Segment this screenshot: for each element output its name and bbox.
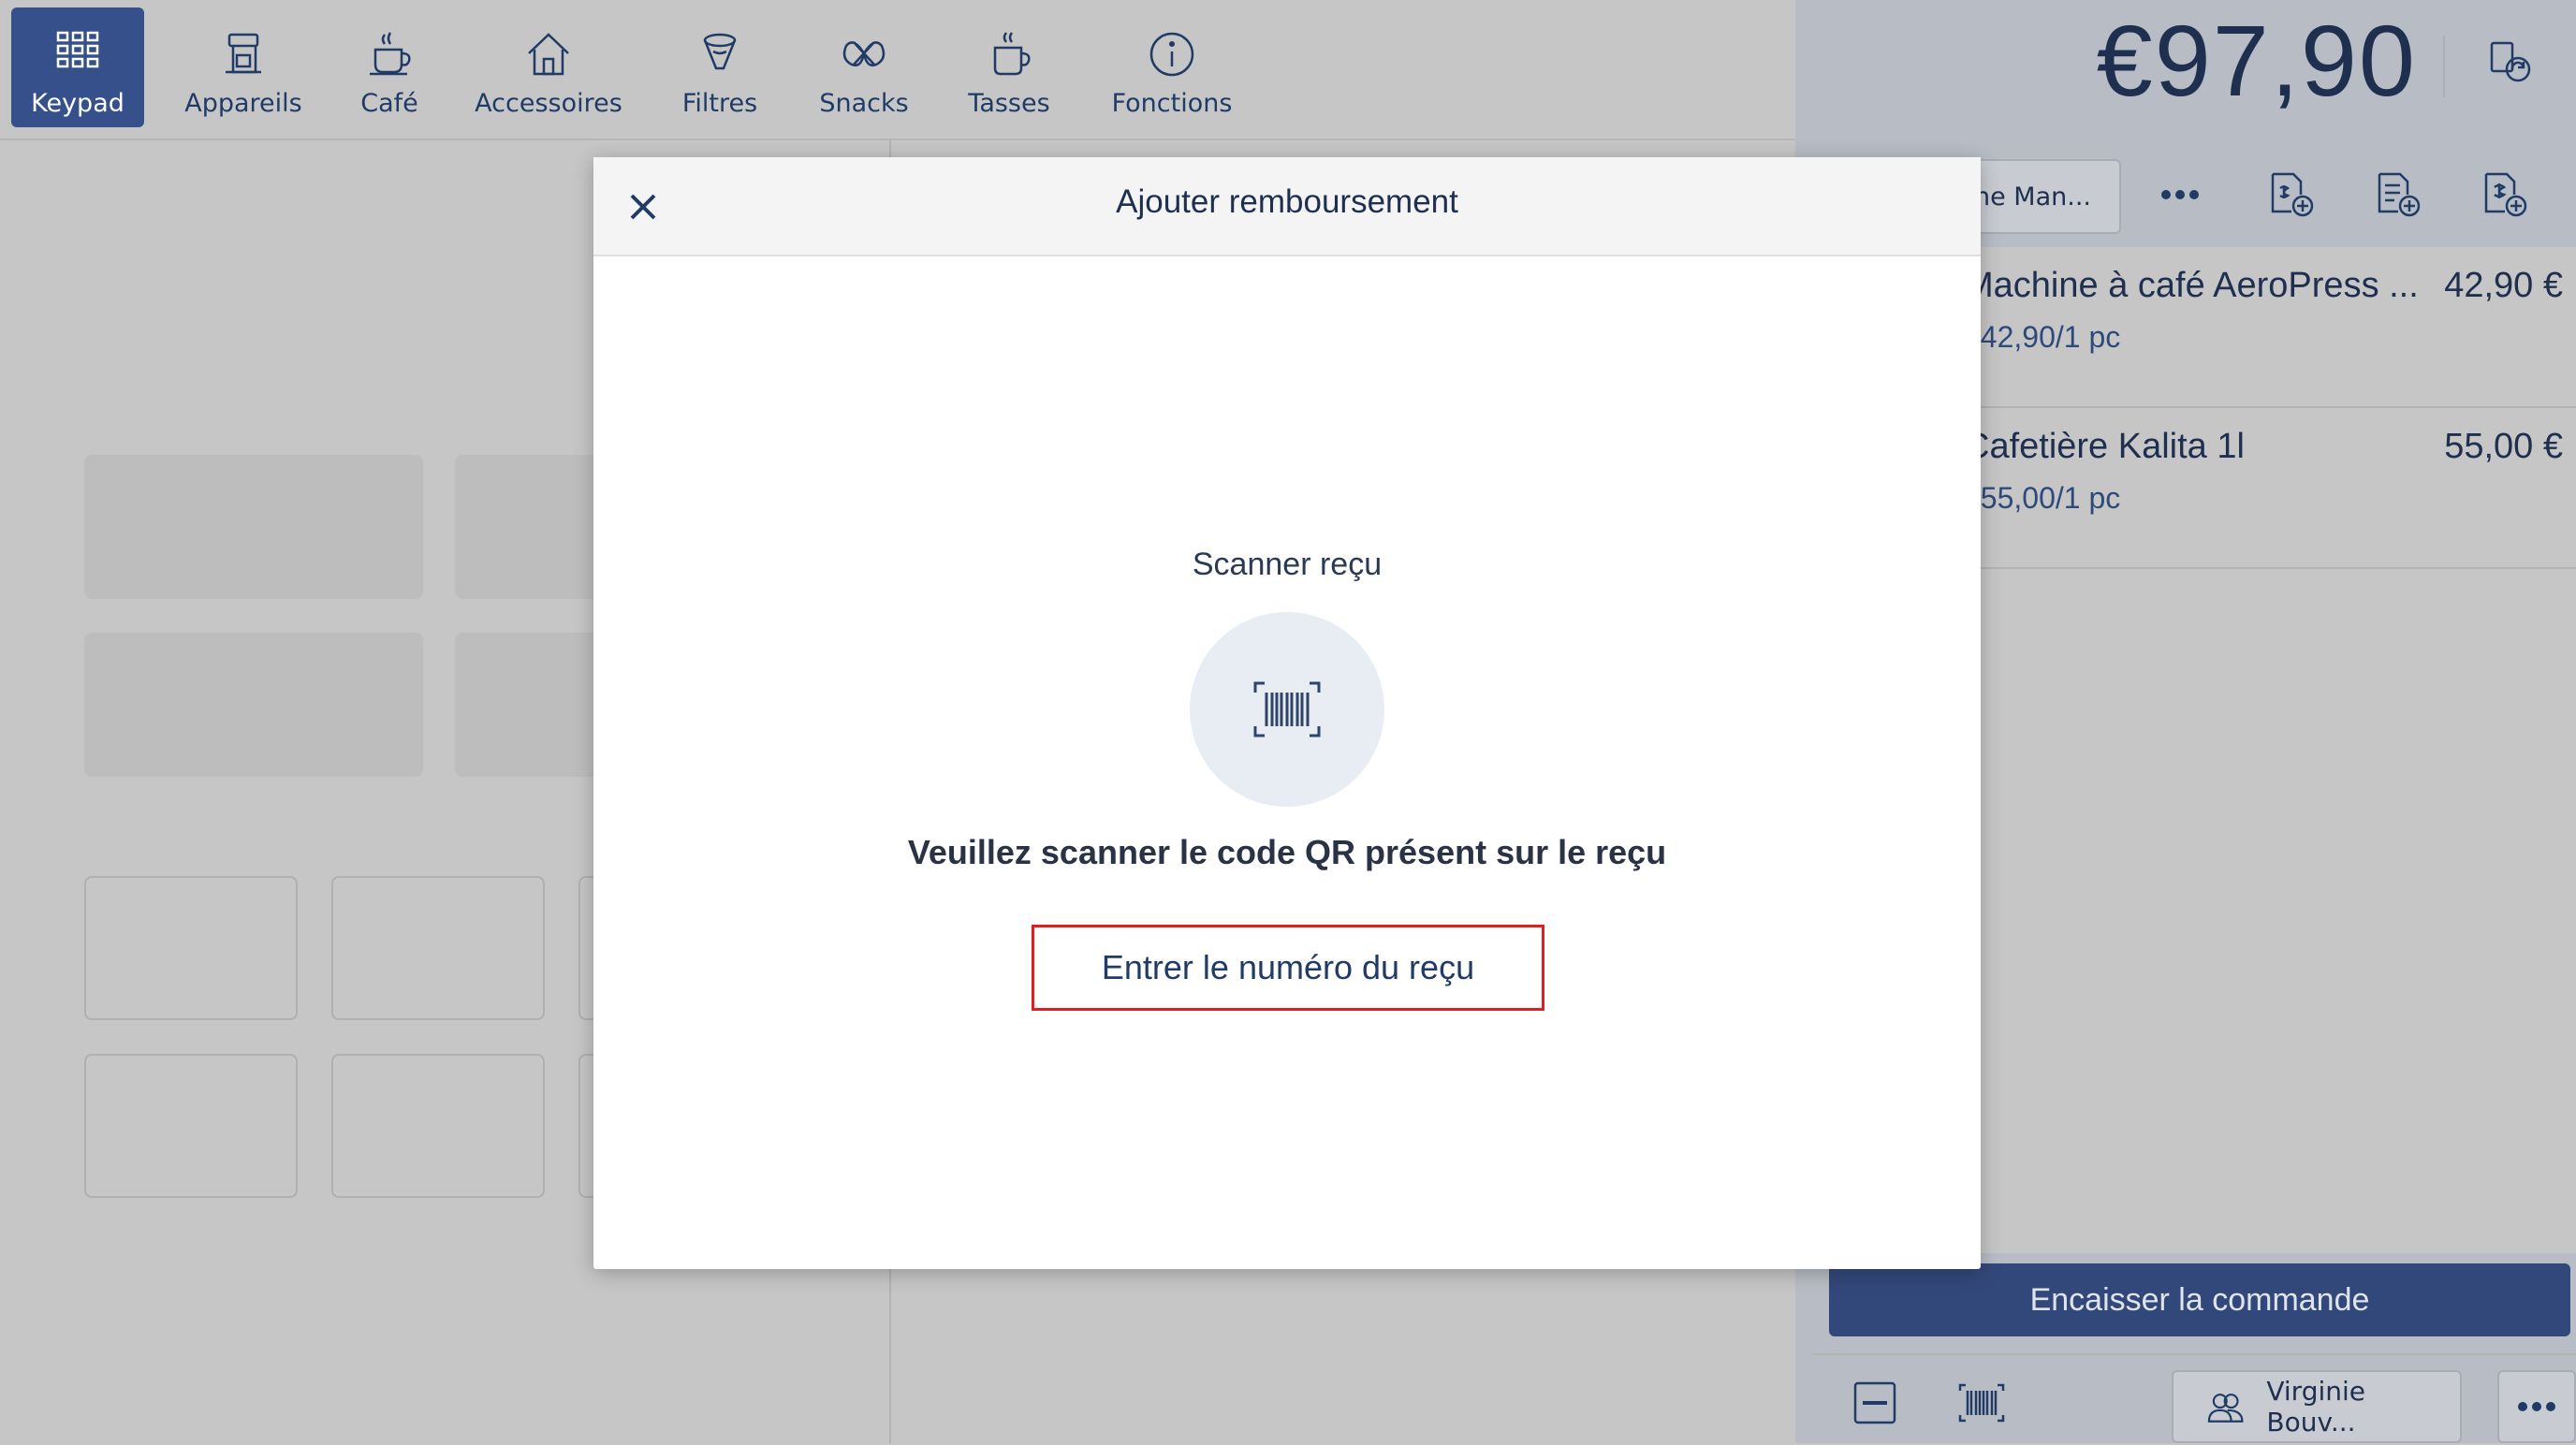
seller-button[interactable]: ne Man...	[1956, 159, 2121, 234]
more-horizontal-icon	[2161, 190, 2199, 199]
minus-box-icon	[1853, 1381, 1896, 1424]
nav-label: Snacks	[819, 89, 909, 118]
refresh-receipt-icon	[2490, 41, 2531, 82]
scan-barcode-button[interactable]	[1956, 1378, 2007, 1432]
scan-receipt-label: Scanner reçu	[1192, 547, 1383, 582]
keypad-icon	[56, 31, 99, 68]
document-dollar-add-icon	[2271, 172, 2314, 217]
add-note-button[interactable]	[2372, 168, 2422, 223]
nav-item-filtres[interactable]: Filtres	[670, 7, 769, 127]
line-item-price: 55,00 €	[2444, 427, 2563, 466]
nav-item-snacks[interactable]: Snacks	[814, 7, 914, 127]
add-discount-button[interactable]	[2265, 168, 2316, 223]
scan-receipt-button[interactable]	[1190, 612, 1384, 807]
nav-item-tasses[interactable]: Tasses	[962, 7, 1056, 127]
pretzel-icon	[842, 41, 886, 66]
nav-item-fonctions[interactable]: Fonctions	[1105, 7, 1239, 127]
coffee-cup-icon	[370, 32, 411, 76]
checkout-button[interactable]: Encaisser la commande	[1829, 1263, 2570, 1336]
remove-item-button[interactable]	[1850, 1378, 1900, 1432]
nav-label: Accessoires	[475, 89, 622, 118]
customer-button[interactable]: Virginie Bouv...	[2172, 1370, 2462, 1443]
nav-label: Fonctions	[1111, 89, 1233, 118]
more-horizontal-icon	[2518, 1402, 2555, 1411]
barcode-scan-icon	[1253, 681, 1321, 737]
document-plus-icon	[2484, 172, 2527, 217]
nav-label: Café	[360, 89, 418, 118]
customers-icon	[2207, 1394, 2244, 1423]
line-item-unit-price: €42,90/1 pc	[1964, 320, 2121, 354]
appliance-icon	[226, 33, 261, 74]
mug-icon	[993, 32, 1031, 76]
grid-placeholder	[84, 455, 423, 599]
seller-label: ne Man...	[1973, 182, 2091, 212]
nav-item-cafe[interactable]: Café	[346, 7, 432, 127]
nav-label: Keypad	[31, 89, 124, 118]
add-fee-button[interactable]	[2479, 168, 2529, 223]
keypad-tile[interactable]	[84, 1054, 298, 1198]
nav-label: Filtres	[681, 89, 758, 118]
more-actions-button[interactable]	[2497, 1370, 2576, 1443]
dialog-title: Ajouter remboursement	[1116, 183, 1458, 220]
divider	[2443, 36, 2445, 97]
document-add-icon	[2378, 172, 2421, 217]
nav-label: Appareils	[184, 89, 302, 118]
nav-item-appareils[interactable]: Appareils	[178, 7, 309, 127]
more-options-button[interactable]	[2155, 168, 2205, 223]
category-nav: Keypad Appareils Café Accessoires Filtre…	[0, 0, 1795, 140]
switch-register-button[interactable]	[2486, 37, 2537, 92]
order-total: €97,90	[2096, 4, 2417, 117]
line-item-unit-price: €55,00/1 pc	[1964, 481, 2121, 515]
line-item-price: 42,90 €	[2444, 266, 2563, 305]
nav-item-keypad[interactable]: Keypad	[11, 7, 144, 127]
dialog-header: Ajouter remboursement	[593, 157, 1981, 256]
barcode-icon	[1958, 1383, 2005, 1423]
nav-label: Tasses	[968, 89, 1050, 118]
grid-placeholder	[84, 633, 423, 777]
scan-instruction: Veuillez scanner le code QR présent sur …	[907, 833, 1667, 871]
info-icon	[1149, 32, 1194, 77]
line-item-name: Machine à café AeroPress ...	[1964, 266, 2419, 305]
keypad-tile[interactable]	[331, 876, 545, 1020]
house-icon	[528, 33, 569, 76]
keypad-tile[interactable]	[84, 876, 298, 1020]
customer-label: Virginie Bouv...	[2266, 1376, 2366, 1438]
enter-receipt-number-button[interactable]: Entrer le numéro du reçu	[1032, 925, 1544, 1011]
filter-icon	[703, 33, 737, 70]
checkout-label: Encaisser la commande	[2029, 1281, 2370, 1318]
enter-receipt-number-label: Entrer le numéro du reçu	[1101, 948, 1475, 986]
nav-item-accessoires[interactable]: Accessoires	[470, 7, 627, 127]
refund-dialog: Ajouter remboursement Scanner reçu Veuil…	[593, 157, 1981, 1269]
line-item-name: Cafetière Kalita 1l	[1964, 427, 2245, 466]
keypad-tile[interactable]	[331, 1054, 545, 1198]
